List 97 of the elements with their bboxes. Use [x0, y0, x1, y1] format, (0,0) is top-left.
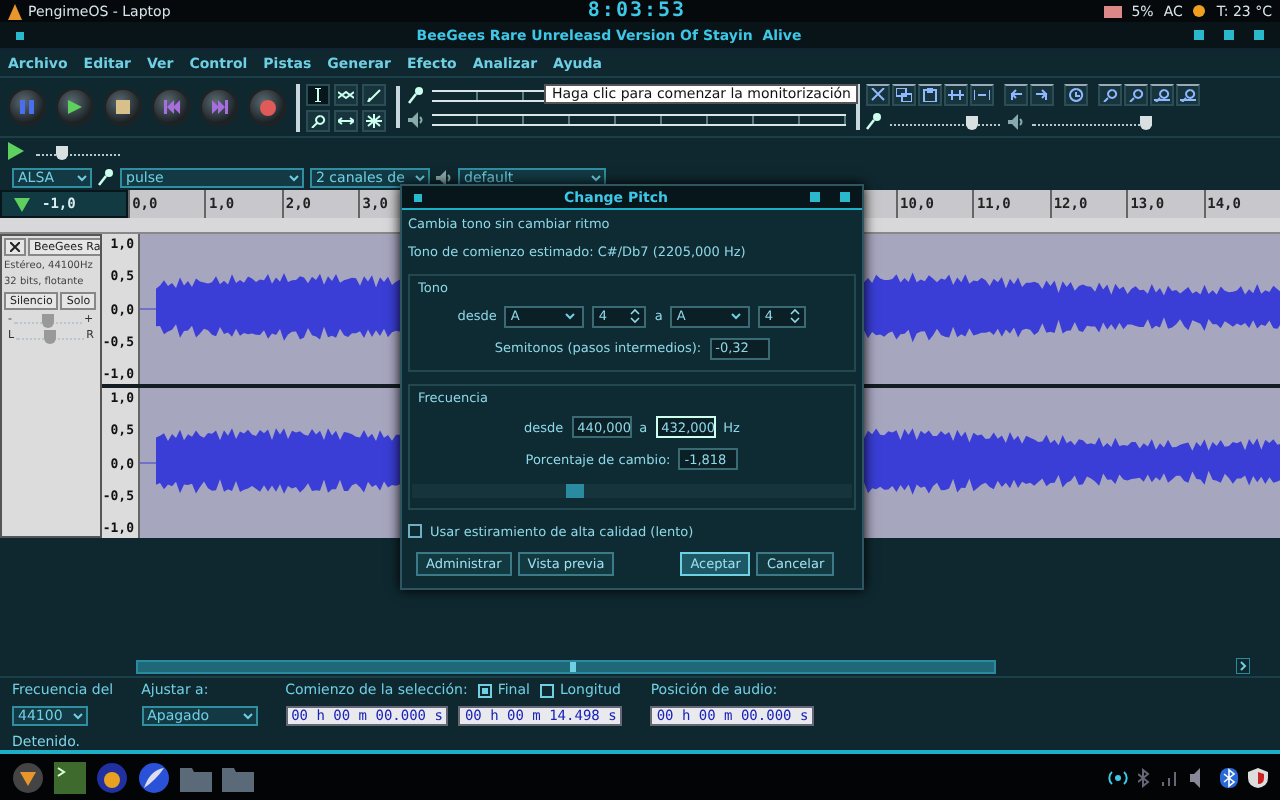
- zoom-in-button[interactable]: [1098, 84, 1122, 106]
- copy-button[interactable]: [892, 84, 916, 106]
- radio-button[interactable]: [477, 683, 492, 697]
- play-at-speed-icon[interactable]: [8, 142, 24, 160]
- gain-slider[interactable]: [42, 314, 54, 328]
- scroll-thumb[interactable]: [570, 661, 576, 671]
- radio-button[interactable]: [539, 683, 554, 697]
- playback-meter[interactable]: [432, 114, 846, 126]
- output-volume-slider[interactable]: [1140, 115, 1152, 129]
- zoom-fit-icon: [1180, 88, 1196, 102]
- play-head-icon: [14, 197, 30, 211]
- skip-to-end-button[interactable]: [200, 88, 238, 126]
- fit-selection-button[interactable]: [1150, 84, 1174, 106]
- sun-icon: [1192, 4, 1207, 18]
- draw-tool-button[interactable]: [362, 83, 386, 105]
- double-arrow-icon: [338, 113, 354, 127]
- scroll-right-icon[interactable]: [1236, 658, 1250, 674]
- percent-slider[interactable]: [566, 484, 585, 499]
- dropdown-caret-icon: [562, 308, 579, 325]
- speaker-icon: [1008, 113, 1024, 129]
- silence-icon: [974, 88, 990, 102]
- multi-tool-button[interactable]: [362, 109, 386, 131]
- spin-arrows-icon: [630, 308, 641, 325]
- dropdown-caret-icon: [70, 708, 86, 724]
- envelope-tool-button[interactable]: [334, 83, 358, 105]
- pause-button[interactable]: [8, 88, 46, 126]
- pause-icon: [20, 100, 34, 114]
- speaker-app-icon[interactable]: [96, 761, 128, 793]
- scissors-icon: [870, 88, 886, 102]
- skip-to-end-icon: [211, 100, 227, 114]
- skip-to-start-button[interactable]: [152, 88, 190, 126]
- selection-tool-button[interactable]: [306, 83, 330, 105]
- zoom-out-icon: [1128, 88, 1144, 102]
- window-menu-icon: [414, 193, 422, 201]
- undo-icon: [1008, 88, 1024, 102]
- close-button[interactable]: [839, 192, 850, 202]
- envelope-icon: [338, 87, 354, 101]
- dropdown-caret-icon: [286, 169, 302, 185]
- stop-button[interactable]: [104, 88, 142, 126]
- dropdown-caret-icon: [588, 169, 604, 185]
- speaker-icon: [408, 112, 424, 128]
- asterisk-icon: [366, 113, 382, 127]
- redo-icon: [1034, 88, 1050, 102]
- fit-project-button[interactable]: [1176, 84, 1200, 106]
- horizontal-scrollbar[interactable]: [136, 659, 996, 673]
- input-volume-slider[interactable]: [966, 115, 979, 129]
- trim-button[interactable]: [944, 84, 968, 106]
- close-button[interactable]: [1253, 30, 1264, 40]
- skip-to-start-icon: [163, 100, 179, 114]
- signal-icon[interactable]: [1160, 767, 1180, 787]
- ibeam-icon: [310, 87, 326, 101]
- pencil-icon: [366, 87, 382, 101]
- pan-slider[interactable]: [44, 330, 57, 344]
- dropdown-caret-icon: [728, 308, 745, 325]
- clock: 8:03:53: [587, 0, 687, 22]
- minimize-button[interactable]: [809, 192, 820, 202]
- play-button[interactable]: [56, 88, 94, 126]
- sync-lock-button[interactable]: [1064, 84, 1088, 106]
- clock-icon: [1068, 88, 1084, 102]
- copy-icon: [896, 88, 912, 102]
- cut-button[interactable]: [866, 84, 890, 106]
- zoom-tool-button[interactable]: [306, 109, 330, 131]
- speaker-icon: [436, 169, 452, 185]
- paste-icon: [922, 88, 938, 102]
- microphone-icon: [866, 112, 882, 130]
- start-menu-icon[interactable]: [12, 761, 44, 793]
- magnifier-icon: [310, 113, 326, 127]
- speed-slider[interactable]: [55, 145, 68, 159]
- minimize-button[interactable]: [1193, 30, 1204, 40]
- trim-icon: [948, 88, 964, 102]
- feather-icon[interactable]: [138, 761, 170, 793]
- zoom-out-button[interactable]: [1124, 84, 1148, 106]
- app-logo-icon: [8, 3, 22, 19]
- play-icon: [68, 100, 82, 114]
- wireless-icon[interactable]: [1108, 767, 1128, 787]
- stop-icon: [116, 100, 130, 114]
- zoom-fit-icon: [1154, 88, 1170, 102]
- window-menu-icon: [16, 31, 24, 39]
- paste-button[interactable]: [918, 84, 942, 106]
- zoom-in-icon: [1102, 88, 1118, 102]
- maximize-button[interactable]: [1223, 30, 1234, 40]
- dropdown-caret-icon: [412, 169, 428, 185]
- time-shift-tool-button[interactable]: [334, 109, 358, 131]
- shield-icon[interactable]: [1248, 767, 1268, 787]
- spin-arrows-icon: [790, 308, 801, 325]
- silence-button[interactable]: [970, 84, 994, 106]
- microphone-icon: [98, 168, 114, 186]
- dropdown-caret-icon: [74, 169, 90, 185]
- terminal-icon[interactable]: [54, 761, 86, 793]
- record-button[interactable]: [248, 88, 286, 126]
- checkbox[interactable]: [408, 524, 422, 539]
- close-icon: [10, 242, 20, 252]
- record-icon: [259, 99, 275, 115]
- undo-button[interactable]: [1004, 84, 1028, 106]
- microphone-icon: [408, 86, 424, 104]
- dropdown-caret-icon: [239, 708, 256, 724]
- redo-button[interactable]: [1030, 84, 1054, 106]
